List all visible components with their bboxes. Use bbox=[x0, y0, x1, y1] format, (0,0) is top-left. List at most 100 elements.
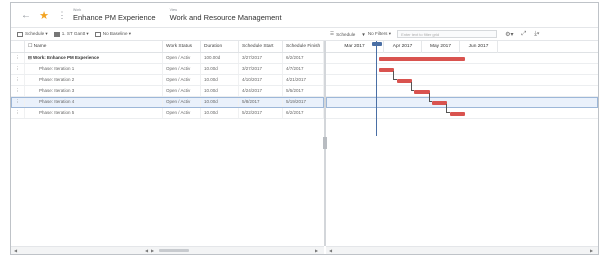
task-name-cell[interactable]: ⊟ Work: Enhance PM Experience bbox=[25, 53, 163, 63]
view-breadcrumb[interactable]: View Work and Resource Management bbox=[169, 8, 282, 22]
task-name-cell[interactable]: Phase: Iteration 3 bbox=[25, 86, 163, 96]
arrow-left-icon[interactable]: ← bbox=[19, 10, 33, 21]
schedule-start-cell: 5/22/2017 bbox=[239, 108, 283, 118]
column-header-duration[interactable]: Duration bbox=[201, 41, 239, 52]
schedule-start-cell: 5/8/2017 bbox=[239, 97, 283, 107]
grid-header: ☐ Name Work Status Duration Schedule Sta… bbox=[11, 41, 324, 53]
work-status-cell: Open / Activ bbox=[163, 97, 201, 107]
view-label: View bbox=[169, 8, 178, 12]
work-status-cell: Open / Activ bbox=[163, 53, 201, 63]
row-drag-handle: ⋮ bbox=[11, 64, 25, 74]
table-row[interactable]: ⋮ Phase: Iteration 3 Open / Activ 10.00d 4/2… bbox=[11, 86, 324, 97]
task-bar[interactable] bbox=[449, 111, 466, 116]
gantt-row bbox=[326, 141, 598, 152]
gantt-row bbox=[326, 152, 598, 163]
scroll-left-icon[interactable]: ◀ bbox=[329, 247, 332, 254]
schedule-dropdown-label: Schedule ▾ bbox=[25, 31, 48, 36]
duration-cell: 100.00d bbox=[201, 53, 239, 63]
column-header-name[interactable]: ☐ Name bbox=[25, 41, 163, 52]
duration-cell: 10.00d bbox=[201, 64, 239, 74]
gantt-row bbox=[326, 163, 598, 174]
gantt-row bbox=[326, 196, 598, 207]
gantt-row bbox=[326, 119, 598, 130]
schedule-button-label: Schedule bbox=[336, 31, 356, 37]
baseline-dropdown[interactable]: No Baseline ▾ bbox=[94, 31, 131, 37]
today-marker-tag bbox=[372, 42, 382, 46]
schedule-dropdown[interactable]: Schedule ▾ bbox=[17, 31, 48, 37]
header: ← ★ ⋮ Work Enhance PM Experience View Wo… bbox=[11, 3, 598, 27]
gantt-horizontal-scrollbar[interactable]: ◀ ▶ bbox=[326, 246, 598, 254]
task-name-cell[interactable]: Phase: Iteration 5 bbox=[25, 108, 163, 118]
gantt-row bbox=[326, 130, 598, 141]
column-header-work-status[interactable]: Work Status bbox=[163, 41, 201, 52]
schedule-finish-cell: 4/7/2017 bbox=[283, 64, 324, 74]
work-status-cell: Open / Activ bbox=[163, 64, 201, 74]
schedule-button[interactable]: ☰ Schedule bbox=[330, 31, 355, 37]
gantt-row bbox=[326, 218, 598, 229]
row-drag-handle: ⋮ bbox=[11, 97, 25, 107]
task-bar[interactable] bbox=[396, 78, 412, 83]
gantt-view-label: 1. ST Gantt ▾ bbox=[61, 31, 89, 36]
table-row[interactable]: ⋮ ⊟ Work: Enhance PM Experience Open / Act… bbox=[11, 53, 324, 64]
table-row[interactable]: ⋮ Phase: Iteration 2 Open / Activ 10.00d 4/1… bbox=[11, 75, 324, 86]
view-title: Work and Resource Management bbox=[169, 12, 282, 22]
gantt-row bbox=[326, 229, 598, 240]
task-bar[interactable] bbox=[432, 100, 448, 105]
task-name-cell[interactable]: Phase: Iteration 1 bbox=[25, 64, 163, 74]
schedule-finish-cell: 6/2/2017 bbox=[283, 53, 324, 63]
dependency-connector bbox=[428, 93, 433, 102]
schedule-finish-cell: 5/19/2017 bbox=[283, 97, 324, 107]
column-header-schedule-start[interactable]: Schedule Start bbox=[239, 41, 283, 52]
task-grid: ☐ Name Work Status Duration Schedule Sta… bbox=[11, 41, 324, 246]
schedule-start-cell: 3/27/2017 bbox=[239, 53, 283, 63]
gantt-view-dropdown[interactable]: 1. ST Gantt ▾ bbox=[53, 31, 89, 37]
row-drag-handle: ⋮ bbox=[11, 53, 25, 63]
filter-grid-input[interactable]: Enter text to filter grid bbox=[397, 30, 498, 38]
filter-dropdown[interactable]: ▼ No Filters ▾ bbox=[361, 31, 391, 37]
scroll-left-icon[interactable]: ◀ bbox=[145, 247, 148, 254]
grid-horizontal-scrollbar[interactable]: ◀ ◀ ▶ ▶ bbox=[11, 246, 324, 254]
table-row[interactable]: ⋮ Phase: Iteration 4 Open / Activ 10.00d 5/8… bbox=[11, 97, 324, 108]
table-row[interactable]: ⋮ Phase: Iteration 5 Open / Activ 10.00d 5/2… bbox=[11, 108, 324, 119]
download-icon[interactable]: ⤓▾ bbox=[534, 31, 539, 38]
duration-cell: 10.00d bbox=[201, 97, 239, 107]
task-name-cell[interactable]: Phase: Iteration 2 bbox=[25, 75, 163, 85]
task-bar[interactable] bbox=[378, 67, 395, 72]
gantt-row bbox=[326, 185, 598, 196]
gantt-row bbox=[326, 174, 598, 185]
summary-bar[interactable] bbox=[378, 56, 466, 61]
scroll-thumb[interactable] bbox=[159, 249, 189, 252]
gantt-toolbar: ☰ Schedule ▼ No Filters ▾ Enter text to … bbox=[324, 27, 598, 41]
scroll-right-icon[interactable]: ▶ bbox=[590, 247, 593, 254]
schedule-icon bbox=[17, 31, 23, 37]
scroll-left-icon[interactable]: ◀ bbox=[14, 247, 17, 254]
work-status-cell: Open / Activ bbox=[163, 86, 201, 96]
task-name-cell[interactable]: Phase: Iteration 4 bbox=[25, 97, 163, 107]
duration-cell: 10.00d bbox=[201, 75, 239, 85]
baseline-icon bbox=[94, 31, 101, 37]
row-drag-handle: ⋮ bbox=[11, 75, 25, 85]
expand-icon[interactable]: ⤢ bbox=[521, 31, 526, 38]
scroll-right-icon[interactable]: ▶ bbox=[315, 247, 318, 254]
timeline-header: Mar 2017 Apr 2017 May 2017 Jun 2017 bbox=[326, 41, 598, 53]
gantt-row bbox=[326, 64, 598, 75]
schedule-start-cell: 4/24/2017 bbox=[239, 86, 283, 96]
work-breadcrumb[interactable]: Work Enhance PM Experience bbox=[73, 8, 156, 21]
column-header-schedule-finish[interactable]: Schedule Finish bbox=[283, 41, 324, 52]
schedule-finish-cell: 5/5/2017 bbox=[283, 86, 324, 96]
table-row[interactable]: ⋮ Phase: Iteration 1 Open / Activ 10.00d 3/2… bbox=[11, 64, 324, 75]
work-status-cell: Open / Activ bbox=[163, 75, 201, 85]
gantt-row bbox=[326, 97, 598, 108]
grid-toolbar: Schedule ▾ 1. ST Gantt ▾ No Baseline ▾ bbox=[11, 27, 324, 41]
grid-icon bbox=[53, 31, 60, 37]
kebab-icon[interactable]: ⋮ bbox=[57, 10, 67, 21]
task-bar[interactable] bbox=[414, 89, 430, 94]
star-icon[interactable]: ★ bbox=[37, 9, 51, 22]
work-label: Work bbox=[73, 8, 82, 12]
dependency-connector bbox=[446, 104, 450, 113]
timeline-month: Apr 2017 bbox=[384, 41, 422, 53]
gear-icon[interactable]: ⚙▾ bbox=[505, 31, 513, 38]
scroll-right-icon[interactable]: ▶ bbox=[151, 247, 154, 254]
duration-cell: 10.00d bbox=[201, 108, 239, 118]
timeline-month: May 2017 bbox=[422, 41, 460, 53]
